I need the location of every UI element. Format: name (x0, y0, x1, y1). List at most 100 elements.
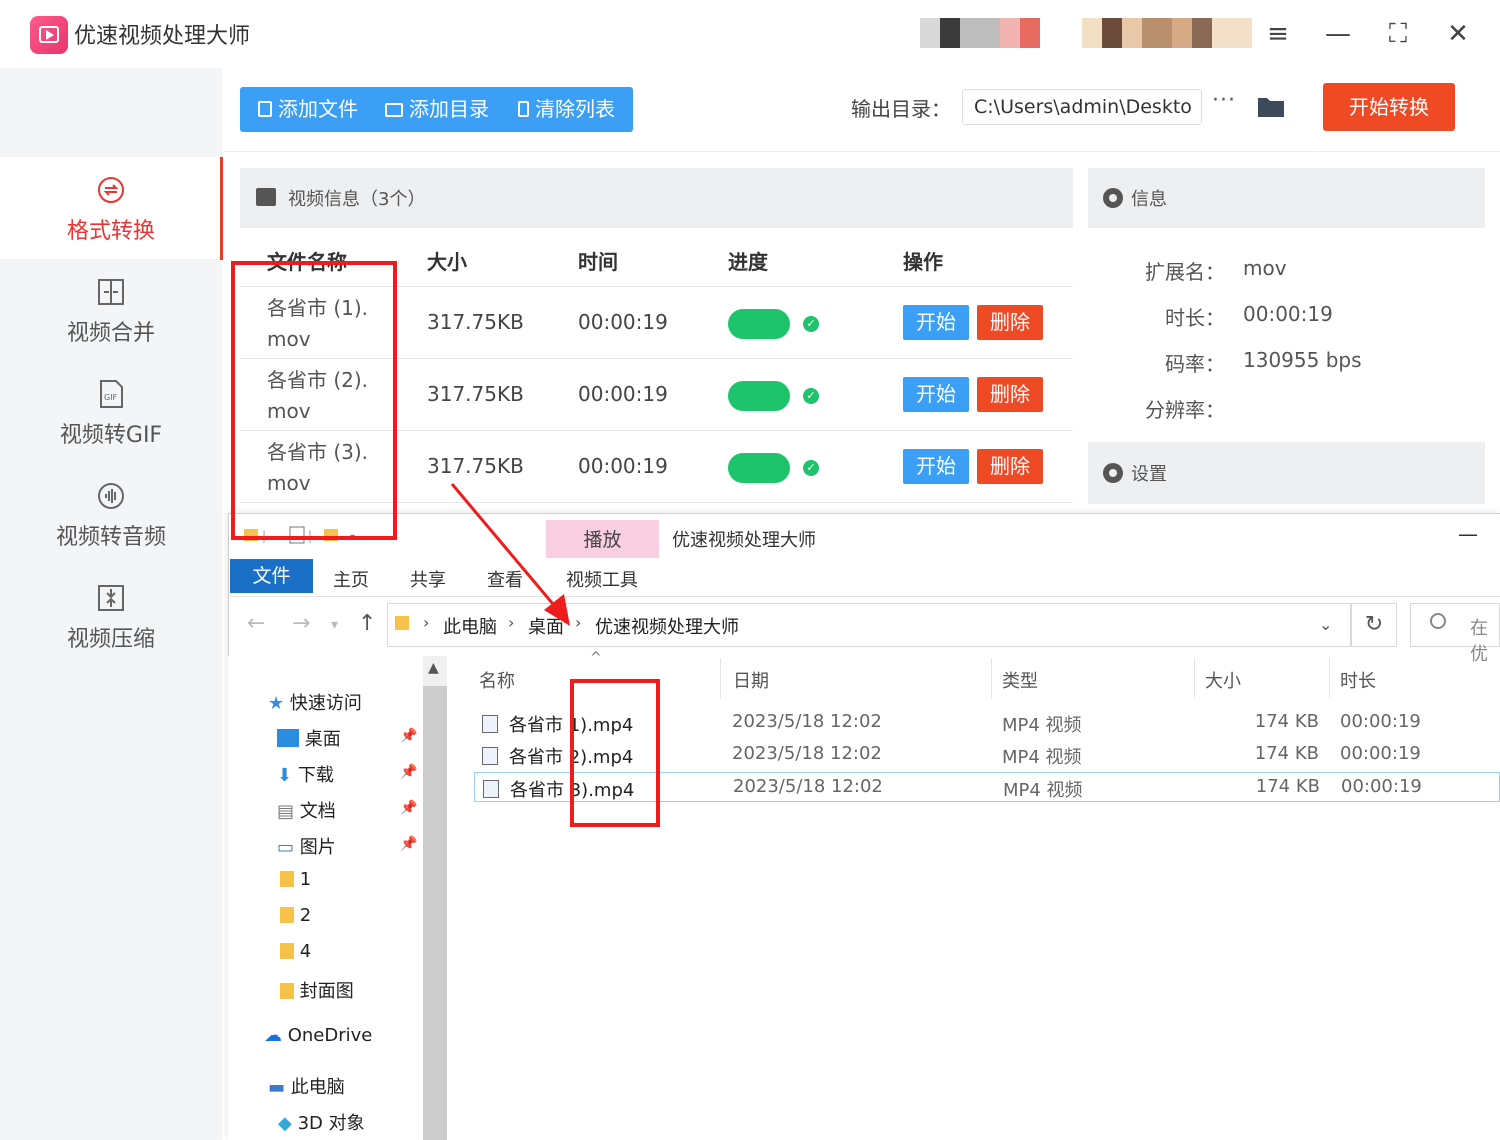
file-type: MP4 视频 (1003, 780, 1083, 801)
add-file-button[interactable]: 添加文件 (258, 87, 358, 132)
nav-item-desktop[interactable]: 桌面 (277, 725, 341, 751)
output-dir-input[interactable]: C:\Users\admin\Deskto (962, 89, 1202, 125)
column-divider[interactable] (1329, 658, 1330, 698)
refresh-icon[interactable]: ↻ (1351, 603, 1397, 647)
menu-icon[interactable]: ≡ (1258, 16, 1298, 52)
column-header-name[interactable]: 名称 (479, 667, 515, 693)
file-type: MP4 视频 (1002, 715, 1082, 736)
column-header-time[interactable]: 时间 (578, 246, 618, 275)
start-button[interactable]: 开始 (903, 377, 969, 412)
column-divider[interactable] (1194, 658, 1195, 698)
forward-arrow-icon[interactable]: → (292, 611, 310, 636)
file-size: 174 KB (1254, 711, 1319, 732)
sort-ascending-icon: ^ (590, 650, 602, 666)
chevron-down-icon[interactable]: ⌄ (1319, 615, 1332, 634)
column-header-progress[interactable]: 进度 (728, 246, 768, 275)
close-icon[interactable]: ✕ (1438, 16, 1478, 52)
desktop-icon (277, 729, 299, 747)
delete-button[interactable]: 删除 (977, 449, 1043, 484)
sidebar-item-video-to-audio[interactable]: 视频转音频 (0, 463, 222, 565)
file-date: 2023/5/18 12:02 (732, 743, 882, 764)
check-icon: ✓ (803, 316, 819, 332)
search-icon (1430, 613, 1446, 629)
file-duration: 00:00:19 (578, 382, 668, 406)
pin-icon[interactable]: 📌 (400, 728, 417, 744)
file-size: 174 KB (1254, 743, 1319, 764)
nav-item-downloads[interactable]: ⬇ 下载 (277, 761, 334, 787)
annotation-highlight-box (570, 679, 660, 827)
minimize-icon[interactable]: — (1318, 16, 1358, 52)
nav-item-this-pc[interactable]: ▬ 此电脑 (268, 1073, 345, 1099)
pin-icon[interactable]: 📌 (400, 836, 417, 852)
star-icon: ★ (268, 693, 285, 714)
sidebar-item-video-compress[interactable]: 视频压缩 (0, 565, 222, 667)
nav-item-folder-4[interactable]: 4 (280, 941, 311, 962)
column-divider[interactable] (991, 658, 992, 698)
breadcrumb-app-folder[interactable]: 优速视频处理大师 (595, 613, 739, 639)
pin-icon[interactable]: 📌 (400, 800, 417, 816)
start-convert-button[interactable]: 开始转换 (1323, 83, 1455, 131)
nav-item-pictures[interactable]: ▭ 图片 (277, 833, 336, 859)
ribbon-tab-home[interactable]: 主页 (333, 566, 369, 592)
nav-scrollbar-thumb[interactable] (423, 686, 447, 1140)
cube-icon: ◆ (278, 1113, 292, 1134)
sidebar-item-video-merge[interactable]: 视频合并 (0, 259, 222, 361)
document-icon: ▤ (277, 801, 295, 822)
nav-item-3d-objects[interactable]: ◆ 3D 对象 (278, 1109, 365, 1135)
delete-button[interactable]: 删除 (977, 305, 1043, 340)
info-key-resolution: 分辨率： (1145, 398, 1225, 422)
clear-list-button[interactable]: 清除列表 (518, 87, 615, 132)
add-file-label: 添加文件 (278, 97, 358, 121)
recent-dropdown-icon[interactable]: ▾ (331, 617, 338, 633)
column-header-date[interactable]: 日期 (733, 667, 769, 693)
progress-bar (728, 453, 790, 483)
chevron-right-icon[interactable]: › (423, 613, 429, 632)
video-file-icon (482, 715, 498, 733)
ribbon-divider (228, 596, 1500, 597)
pc-icon: ▬ (268, 1077, 286, 1098)
column-divider[interactable] (720, 658, 721, 698)
column-header-size[interactable]: 大小 (427, 246, 467, 275)
nav-item-folder-1[interactable]: 1 (280, 869, 311, 890)
start-button[interactable]: 开始 (903, 449, 969, 484)
scroll-up-icon[interactable]: ▲ (428, 660, 439, 676)
video-file-icon (483, 780, 499, 798)
explorer-minimize-button[interactable]: — (1458, 522, 1478, 546)
open-folder-icon[interactable] (1257, 94, 1285, 118)
sidebar-item-label: 格式转换 (66, 219, 155, 244)
cloud-icon: ☁ (264, 1025, 282, 1046)
nav-item-documents[interactable]: ▤ 文档 (277, 797, 336, 823)
up-arrow-icon[interactable]: ↑ (358, 611, 376, 636)
download-icon: ⬇ (277, 765, 293, 786)
sidebar-item-label: 视频转GIF (59, 423, 163, 448)
maximize-icon[interactable]: ⛶ (1378, 16, 1418, 52)
delete-button[interactable]: 删除 (977, 377, 1043, 412)
explorer-title: 优速视频处理大师 (672, 530, 816, 551)
sidebar-item-format-convert[interactable]: 格式转换 (0, 157, 222, 259)
column-header-size[interactable]: 大小 (1205, 667, 1241, 693)
pin-icon[interactable]: 📌 (400, 764, 417, 780)
output-dir-label: 输出目录： (851, 97, 951, 121)
more-options-button[interactable]: ··· (1212, 88, 1236, 113)
nav-item-quick-access[interactable]: ★ 快速访问 (268, 689, 362, 715)
clear-list-label: 清除列表 (535, 97, 615, 121)
folder-icon (280, 983, 294, 999)
check-icon: ✓ (803, 388, 819, 404)
app-title: 优速视频处理大师 (74, 24, 251, 49)
back-arrow-icon[interactable]: ← (247, 611, 265, 636)
sidebar-item-video-to-gif[interactable]: GIF 视频转GIF (0, 361, 222, 463)
settings-panel-title: 设置 (1131, 464, 1167, 485)
start-button[interactable]: 开始 (903, 305, 969, 340)
column-header-type[interactable]: 类型 (1002, 667, 1038, 693)
nav-item-onedrive[interactable]: ☁ OneDrive (264, 1025, 372, 1046)
file-date: 2023/5/18 12:02 (732, 711, 882, 732)
add-folder-button[interactable]: 添加目录 (385, 87, 489, 132)
file-size: 174 KB (1255, 776, 1320, 797)
nav-item-cover-folder[interactable]: 封面图 (280, 977, 354, 1003)
nav-item-folder-2[interactable]: 2 (280, 905, 311, 926)
column-header-actions[interactable]: 操作 (903, 246, 943, 275)
sidebar: 格式转换 视频合并 GIF 视频转GIF 视频转音频 视频压缩 (0, 68, 222, 1140)
ribbon-tab-file[interactable]: 文件 (230, 559, 313, 593)
settings-gear-icon (1103, 463, 1123, 483)
column-header-duration[interactable]: 时长 (1340, 667, 1376, 693)
